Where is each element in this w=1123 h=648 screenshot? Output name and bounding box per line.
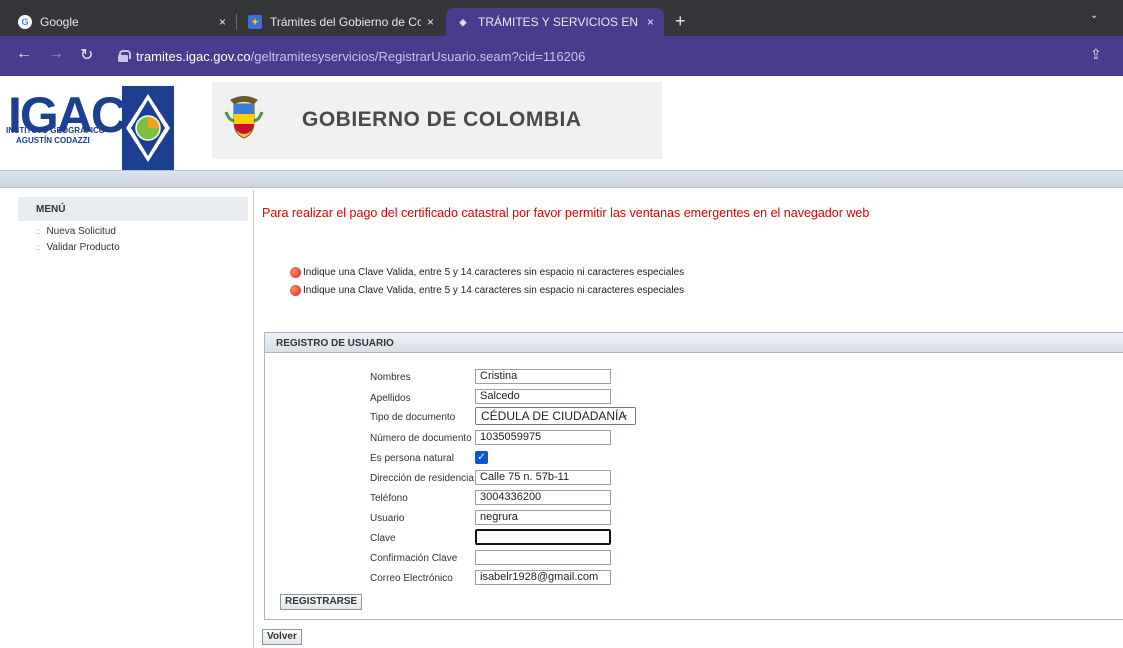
forward-arrow-icon[interactable]: → (48, 45, 64, 63)
error-text: Indique una Clave Valida, entre 5 y 14 c… (303, 285, 685, 296)
sidebar-item-label: Validar Producto (46, 242, 120, 253)
direccion-label: Dirección de residencia (370, 473, 474, 484)
apellidos-field[interactable]: Salcedo (475, 389, 611, 404)
tab-separator (236, 14, 237, 30)
persona-natural-checkbox[interactable]: ✓ (475, 451, 488, 464)
gov-favicon-icon: ✦ (248, 15, 262, 29)
header-divider (0, 170, 1123, 188)
telefono-field[interactable]: 3004336200 (475, 490, 611, 505)
close-icon[interactable]: × (647, 15, 654, 29)
browser-tab-bar: G Google × ✦ Trámites del Gobierno de Co… (0, 0, 1123, 36)
sidebar-item-validar-producto[interactable]: :: Validar Producto (18, 237, 248, 253)
tab-title: TRÁMITES Y SERVICIOS EN LÍNEA (478, 15, 641, 29)
tab-title: Google (40, 15, 79, 29)
volver-button[interactable]: Volver (262, 629, 302, 645)
chevron-down-icon: ⌄ (620, 409, 629, 420)
igac-favicon-icon: ◈ (459, 16, 467, 27)
nombres-field[interactable]: Cristina (475, 369, 611, 384)
google-icon: G (18, 15, 32, 29)
tipo-documento-label: Tipo de documento (370, 412, 456, 423)
usuario-label: Usuario (370, 513, 405, 524)
persona-natural-label: Es persona natural (370, 453, 454, 464)
error-text: Indique una Clave Valida, entre 5 y 14 c… (303, 267, 685, 278)
reload-icon[interactable]: ↻ (80, 45, 93, 65)
address-bar[interactable]: tramites.igac.gov.co /geltramitesyservic… (108, 42, 1088, 70)
bullet-icon: :: (36, 227, 41, 236)
igac-subtitle-line2: AGUSTÍN CODAZZI (16, 136, 90, 145)
browser-toolbar: ← → ↻ tramites.igac.gov.co /geltramitesy… (0, 36, 1123, 76)
error-icon (290, 285, 301, 296)
tipo-documento-select[interactable]: CÉDULA DE CIUDADANÍA ⌄ (475, 407, 636, 425)
confirmacion-clave-field[interactable] (475, 550, 611, 565)
error-message: Indique una Clave Valida, entre 5 y 14 c… (290, 267, 684, 278)
popup-notice: Para realizar el pago del certificado ca… (262, 206, 870, 220)
share-icon[interactable]: ⇪ (1090, 46, 1102, 63)
colombia-coat-of-arms-icon (224, 92, 264, 142)
usuario-field[interactable]: negrura (475, 510, 611, 525)
confirmacion-clave-label: Confirmación Clave (370, 553, 458, 564)
close-icon[interactable]: × (219, 15, 226, 29)
nombres-label: Nombres (370, 372, 411, 383)
clave-field[interactable] (475, 529, 611, 545)
igac-logo: IGAC INSTITUTO GEOGRÁFICO AGUSTÍN CODAZZ… (4, 86, 204, 170)
correo-field[interactable]: isabelr1928@gmail.com (475, 570, 611, 585)
tab-tramites-igac[interactable]: ◈ TRÁMITES Y SERVICIOS EN LÍNEA × (446, 8, 664, 36)
gov-title: GOBIERNO DE COLOMBIA (302, 108, 582, 131)
clave-label: Clave (370, 533, 396, 544)
sidebar-item-nueva-solicitud[interactable]: :: Nueva Solicitud (18, 221, 248, 237)
sidebar-item-label: Nueva Solicitud (46, 226, 116, 237)
tab-tramites-gobierno[interactable]: ✦ Trámites del Gobierno de Colomb × (238, 8, 444, 36)
error-message: Indique una Clave Valida, entre 5 y 14 c… (290, 285, 684, 296)
sidebar-menu: MENÚ :: Nueva Solicitud :: Validar Product… (18, 197, 248, 253)
tab-search-icon[interactable]: ⌄ (1090, 10, 1098, 21)
error-icon (290, 267, 301, 278)
menu-title: MENÚ (18, 197, 248, 221)
tab-google[interactable]: G Google × (8, 8, 236, 36)
url-path: /geltramitesyservicios/RegistrarUsuario.… (250, 48, 586, 64)
numero-documento-label: Número de documento (370, 433, 472, 444)
panel-title: REGISTRO DE USUARIO (265, 333, 1123, 353)
numero-documento-field[interactable]: 1035059975 (475, 430, 611, 445)
igac-subtitle-line1: INSTITUTO GEOGRÁFICO (6, 126, 105, 135)
apellidos-label: Apellidos (370, 393, 411, 404)
tipo-documento-value: CÉDULA DE CIUDADANÍA (481, 409, 627, 423)
tab-title: Trámites del Gobierno de Colomb (270, 15, 421, 29)
new-tab-button[interactable]: + (675, 11, 686, 32)
close-icon[interactable]: × (427, 15, 434, 29)
sidebar-divider (253, 190, 254, 648)
correo-label: Correo Electrónico (370, 573, 453, 584)
lock-icon (118, 50, 131, 62)
direccion-field[interactable]: Calle 75 n. 57b-11 (475, 470, 611, 485)
igac-emblem-icon (122, 86, 174, 170)
gov-banner: GOBIERNO DE COLOMBIA (212, 82, 662, 159)
bullet-icon: :: (36, 243, 41, 252)
back-arrow-icon[interactable]: ← (16, 45, 32, 63)
telefono-label: Teléfono (370, 493, 408, 504)
registrarse-button[interactable]: REGISTRARSE (280, 594, 363, 610)
url-host: tramites.igac.gov.co (136, 48, 251, 64)
